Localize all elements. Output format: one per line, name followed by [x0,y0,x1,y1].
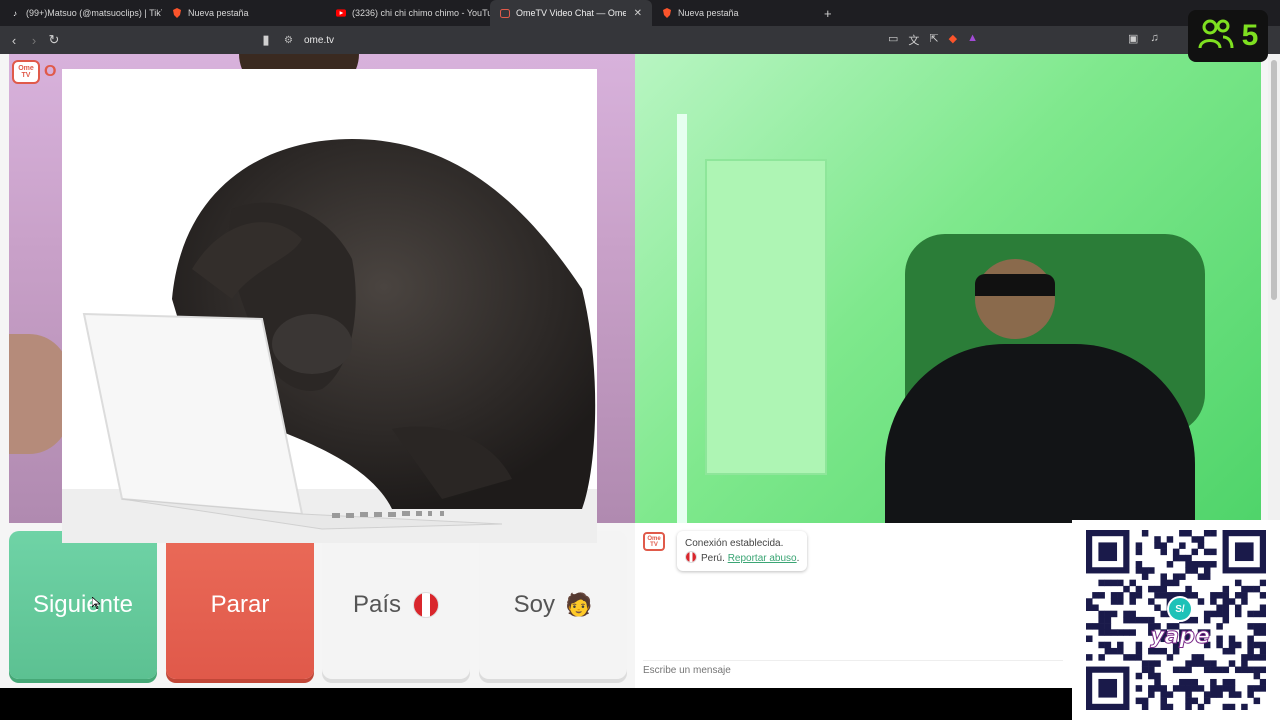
led-strip [677,114,687,523]
cast-icon[interactable]: ▭ [888,32,898,48]
translate-icon[interactable]: 文 [908,32,919,48]
next-button-label: Siguiente [32,591,134,618]
ometv-logo-icon: Ome TV [12,60,40,84]
forward-icon[interactable]: › [24,33,44,48]
share-icon[interactable]: ⇱ [929,32,938,48]
person-arm [9,334,69,454]
youtube-icon [336,8,346,18]
tab-new-1[interactable]: Nueva pestaña [162,0,326,26]
ape-meme-overlay [62,69,597,543]
room-door [705,159,827,475]
gender-button[interactable]: Soy 🧑 [479,531,627,679]
browser-toolbar: ‹ › ↻ ▮ ⚙ ome.tv ▭ 文 ⇱ ◆ ▲ ▣ ♫ [0,26,1280,54]
report-suffix: . [796,553,800,564]
scrollbar-thumb[interactable] [1271,60,1277,300]
site-settings-icon[interactable]: ⚙ [284,35,293,46]
tab-label: OmeTV Video Chat — Omegle [516,8,626,18]
bookmark-icon[interactable]: ▮ [256,32,276,48]
tab-label: (99+)Matsuo (@matsuoclips) | TikTok [26,8,162,18]
ape-with-laptop-image [62,69,597,543]
person-face [975,259,1055,339]
yape-wordmark: yape [1150,624,1211,650]
users-icon [1198,18,1234,55]
stop-button[interactable]: Parar [166,531,314,679]
remote-video [635,54,1261,523]
country-button-label: País [352,591,402,618]
tab-tiktok[interactable]: ♪ (99+)Matsuo (@matsuoclips) | TikTok [0,0,162,26]
gender-button-label: Soy [513,591,555,618]
person-hair [975,274,1055,296]
toolbar-right-icons: ▣ ♫ [1128,32,1159,45]
ometv-icon [500,8,510,18]
tab-new-2[interactable]: Nueva pestaña [652,0,816,26]
tiktok-icon: ♪ [13,8,17,18]
browser-tab-bar: ♪ (99+)Matsuo (@matsuoclips) | TikTok Nu… [0,0,1280,26]
address-bar-actions: ▭ 文 ⇱ ◆ ▲ [888,32,978,48]
next-button[interactable]: Siguiente [9,531,157,679]
tab-label: Nueva pestaña [188,8,249,18]
screenshot-icon[interactable]: ▣ [1128,32,1138,45]
stop-button-label: Parar [210,591,270,618]
chat-panel: Ome TV Conexión establecida. Perú. Repor… [635,523,1072,688]
yape-coin-icon: S/ [1167,596,1193,622]
url-text: ome.tv [304,34,335,46]
media-icon[interactable]: ♫ [1150,32,1158,45]
yape-logo: S/ yape [1148,596,1212,656]
brave-rewards-icon[interactable]: ▲ [967,32,978,48]
peru-flag-icon [413,592,440,618]
ometv-logo-word: O [44,63,57,80]
ometv-logo[interactable]: Ome TV O [12,60,56,84]
connection-status-text: Conexión establecida. [685,538,784,549]
tab-youtube[interactable]: (3236) chi chi chimo chimo - YouTube [326,0,490,26]
close-tab-icon[interactable]: ✕ [626,8,642,19]
brave-icon [662,8,672,18]
tab-label: Nueva pestaña [678,8,739,18]
tab-label: (3236) chi chi chimo chimo - YouTube [352,8,490,18]
country-button[interactable]: País [322,531,470,679]
person-sweater [885,344,1195,523]
mouse-cursor-icon [92,597,100,609]
new-tab-button[interactable]: + [824,6,832,21]
ometv-chat-logo-icon: Ome TV [643,532,665,551]
brave-shields-icon[interactable]: ◆ [949,32,957,48]
viewer-count: 5 [1241,19,1259,52]
reload-icon[interactable]: ↻ [44,32,64,48]
country-line: Perú. Reportar abuso. [685,551,799,566]
viewer-count-badge: 5 [1188,10,1268,62]
brave-icon [172,8,182,18]
country-name: Perú. [701,553,725,564]
chat-message-input[interactable] [643,660,1063,676]
tab-ometv[interactable]: OmeTV Video Chat — Omegle ✕ [490,0,652,26]
peru-flag-icon [685,551,697,563]
report-abuse-link[interactable]: Reportar abuso [728,553,797,564]
system-message: Conexión establecida. Perú. Reportar abu… [677,531,808,571]
screen: ♪ (99+)Matsuo (@matsuoclips) | TikTok Nu… [0,0,1280,720]
boy-emoji-icon: 🧑 [564,592,593,617]
back-icon[interactable]: ‹ [4,33,24,48]
